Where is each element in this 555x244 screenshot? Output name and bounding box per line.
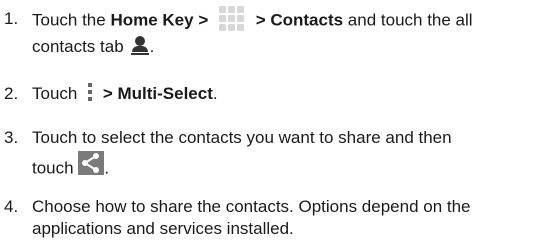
step-text-part: and touch the all: [343, 10, 473, 30]
step-text-part: touch: [32, 158, 79, 178]
person-icon: [130, 35, 150, 55]
share-icon: [78, 151, 105, 175]
step-bold-text: > Contacts: [250, 10, 344, 30]
step-text: Choose how to share the contacts. Option…: [32, 196, 552, 240]
step-text: Touch to select the contacts you want to…: [32, 127, 552, 181]
step-number: 4.: [4, 197, 19, 216]
step-text-part: contacts tab: [32, 37, 124, 56]
step-text-part: .: [149, 37, 155, 56]
step-text-part: Touch: [32, 84, 83, 103]
apps-grid-icon: [218, 6, 245, 32]
step-bold-text: Home Key >: [110, 10, 213, 30]
step-text-part: Touch to select the contacts you want to…: [32, 128, 452, 147]
step-number: 1.: [4, 9, 19, 28]
step-text-part: Choose how to share the contacts. Option…: [32, 197, 471, 216]
step-text-part: .: [104, 158, 110, 178]
step-number: 3.: [4, 128, 19, 147]
step-text-part: applications and services installed.: [32, 219, 294, 238]
step-bold-text: > Multi-Select: [98, 84, 213, 103]
step-text: Touch the Home Key > > Contacts and touc…: [32, 6, 552, 58]
step-number: 2.: [4, 84, 19, 103]
step-text: Touch > Multi-Select.: [32, 82, 552, 105]
step-text-part: .: [212, 84, 218, 103]
menu-icon: [86, 82, 94, 102]
step-text-part: Touch the: [32, 10, 111, 30]
